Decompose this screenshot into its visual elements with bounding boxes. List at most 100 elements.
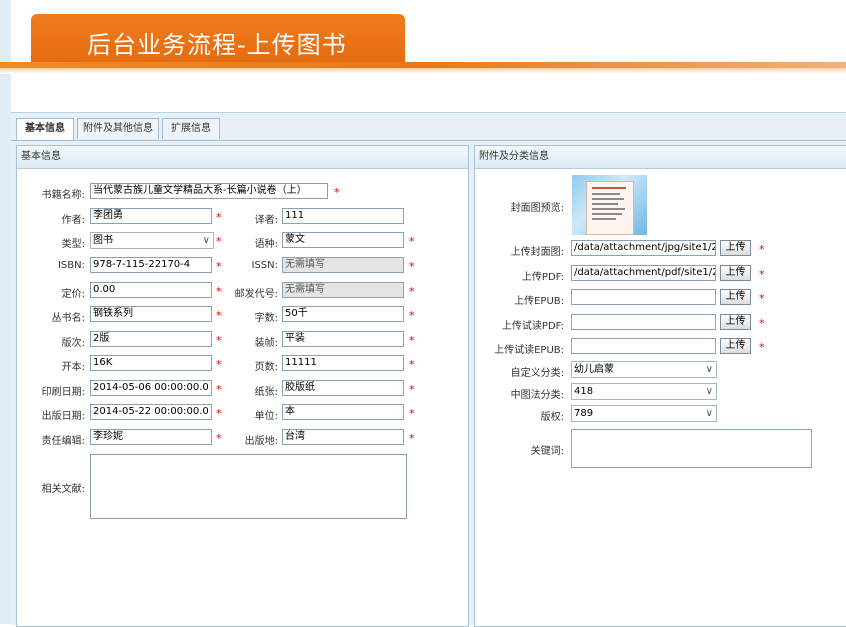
attachment-panel: 附件及分类信息 封面图预览: 上传封面图: /data/attachment/j… bbox=[474, 145, 846, 627]
book-name-input[interactable]: 当代蒙古族儿童文学精品大系-长篇小说卷（上） bbox=[90, 183, 328, 199]
custom-category-value: 幼儿启蒙 bbox=[574, 364, 614, 375]
upload-cover-input[interactable]: /data/attachment/jpg/site1/2014/0 bbox=[571, 240, 716, 256]
attachment-header: 附件及分类信息 bbox=[475, 146, 846, 169]
language-input[interactable]: 蒙文 bbox=[282, 232, 404, 248]
upload-cover-button[interactable]: 上传 bbox=[720, 240, 751, 256]
clc-category-value: 418 bbox=[574, 386, 594, 397]
upload-pdf-label: 上传PDF: bbox=[521, 272, 564, 283]
word-count-label: 字数: bbox=[254, 313, 278, 324]
publish-place-label: 出版地: bbox=[244, 436, 278, 447]
upload-epub-label: 上传EPUB: bbox=[514, 296, 564, 307]
print-date-input[interactable]: 2014-05-06 00:00:00.0 bbox=[90, 380, 212, 396]
slide-left-bar bbox=[0, 0, 11, 624]
upload-trial-pdf-input[interactable] bbox=[571, 314, 716, 330]
format-label: 开本: bbox=[61, 362, 85, 373]
required-mark: * bbox=[216, 285, 222, 298]
publish-date-input[interactable]: 2014-05-22 00:00:00.0 bbox=[90, 404, 212, 420]
required-mark: * bbox=[409, 383, 415, 396]
tab-basic-info[interactable]: 基本信息 bbox=[16, 118, 74, 140]
editor-label: 责任编辑: bbox=[41, 436, 85, 447]
related-docs-textarea[interactable] bbox=[90, 454, 407, 519]
unit-input[interactable]: 本 bbox=[282, 404, 404, 420]
slide-title: 后台业务流程-上传图书 bbox=[87, 31, 347, 59]
author-input[interactable]: 李团勇 bbox=[90, 208, 212, 224]
required-mark: * bbox=[759, 317, 765, 330]
required-mark: * bbox=[759, 243, 765, 256]
upload-book-form: 基本信息 附件及其他信息 扩展信息 基本信息 书籍名称: 当代蒙古族儿童文学精品… bbox=[11, 112, 846, 627]
isbn-input[interactable]: 978-7-115-22170-4 bbox=[90, 257, 212, 273]
type-label: 类型: bbox=[61, 239, 85, 250]
series-label: 丛书名: bbox=[51, 313, 85, 324]
language-label: 语种: bbox=[254, 239, 278, 250]
cover-page bbox=[586, 181, 634, 235]
format-input[interactable]: 16K bbox=[90, 355, 212, 371]
required-mark: * bbox=[409, 407, 415, 420]
upload-trial-pdf-button[interactable]: 上传 bbox=[720, 314, 751, 330]
publish-date-label: 出版日期: bbox=[41, 411, 85, 422]
isbn-label: ISBN: bbox=[57, 260, 85, 271]
required-mark: * bbox=[409, 334, 415, 347]
keywords-textarea[interactable] bbox=[571, 429, 812, 468]
required-mark: * bbox=[409, 309, 415, 322]
required-mark: * bbox=[409, 285, 415, 298]
paper-input[interactable]: 胶版纸 bbox=[282, 380, 404, 396]
upload-cover-label: 上传封面图: bbox=[510, 247, 564, 258]
binding-label: 装帧: bbox=[254, 338, 278, 349]
upload-epub-button[interactable]: 上传 bbox=[720, 289, 751, 305]
cover-preview-label: 封面图预览: bbox=[510, 203, 564, 214]
clc-category-select[interactable]: 418 ∨ bbox=[571, 383, 717, 400]
required-mark: * bbox=[216, 432, 222, 445]
publish-place-input[interactable]: 台湾 bbox=[282, 429, 404, 445]
postal-code-label: 邮发代号: bbox=[234, 289, 278, 300]
upload-pdf-input[interactable]: /data/attachment/pdf/site1/2014/0 bbox=[571, 265, 716, 281]
type-select[interactable]: 图书 ∨ bbox=[90, 232, 214, 249]
custom-category-select[interactable]: 幼儿启蒙 ∨ bbox=[571, 361, 717, 378]
required-mark: * bbox=[409, 235, 415, 248]
required-mark: * bbox=[409, 358, 415, 371]
translator-input[interactable]: 111 bbox=[282, 208, 404, 224]
upload-trial-pdf-label: 上传试读PDF: bbox=[501, 321, 564, 332]
basic-info-header: 基本信息 bbox=[17, 146, 468, 169]
word-count-input[interactable]: 50千 bbox=[282, 306, 404, 322]
issn-input[interactable]: 无需填写 bbox=[282, 257, 404, 273]
slide-title-tab: 后台业务流程-上传图书 bbox=[31, 14, 405, 66]
type-value: 图书 bbox=[93, 235, 113, 246]
chevron-down-icon: ∨ bbox=[705, 386, 713, 397]
editor-input[interactable]: 李珍妮 bbox=[90, 429, 212, 445]
cover-preview-image bbox=[572, 175, 647, 235]
basic-info-panel: 基本信息 书籍名称: 当代蒙古族儿童文学精品大系-长篇小说卷（上） * 作者: … bbox=[16, 145, 469, 627]
required-mark: * bbox=[216, 334, 222, 347]
series-input[interactable]: 钢铁系列 bbox=[90, 306, 212, 322]
price-input[interactable]: 0.00 bbox=[90, 282, 212, 298]
author-label: 作者: bbox=[61, 215, 85, 226]
required-mark: * bbox=[216, 407, 222, 420]
tab-attachments[interactable]: 附件及其他信息 bbox=[77, 118, 159, 139]
related-docs-label: 相关文献: bbox=[41, 484, 85, 495]
postal-code-input[interactable]: 无需填写 bbox=[282, 282, 404, 298]
upload-pdf-button[interactable]: 上传 bbox=[720, 265, 751, 281]
chevron-down-icon: ∨ bbox=[705, 408, 713, 419]
binding-input[interactable]: 平装 bbox=[282, 331, 404, 347]
chevron-down-icon: ∨ bbox=[705, 364, 713, 375]
keywords-label: 关键词: bbox=[530, 446, 564, 457]
edition-label: 版次: bbox=[61, 338, 85, 349]
unit-label: 单位: bbox=[254, 411, 278, 422]
upload-trial-epub-button[interactable]: 上传 bbox=[720, 338, 751, 354]
tab-extended-info[interactable]: 扩展信息 bbox=[162, 118, 220, 139]
required-mark: * bbox=[409, 432, 415, 445]
upload-trial-epub-label: 上传试读EPUB: bbox=[494, 345, 564, 356]
price-label: 定价: bbox=[61, 289, 85, 300]
issn-label: ISSN: bbox=[251, 260, 279, 271]
required-mark: * bbox=[759, 341, 765, 354]
required-mark: * bbox=[759, 268, 765, 281]
required-mark: * bbox=[216, 235, 222, 248]
tab-underline bbox=[11, 140, 846, 141]
upload-epub-input[interactable] bbox=[571, 289, 716, 305]
copyright-select[interactable]: 789 ∨ bbox=[571, 405, 717, 422]
custom-category-label: 自定义分类: bbox=[510, 368, 564, 379]
edition-input[interactable]: 2版 bbox=[90, 331, 212, 347]
copyright-value: 789 bbox=[574, 408, 594, 419]
book-name-label: 书籍名称: bbox=[41, 190, 85, 201]
upload-trial-epub-input[interactable] bbox=[571, 338, 716, 354]
pages-input[interactable]: 11111 bbox=[282, 355, 404, 371]
